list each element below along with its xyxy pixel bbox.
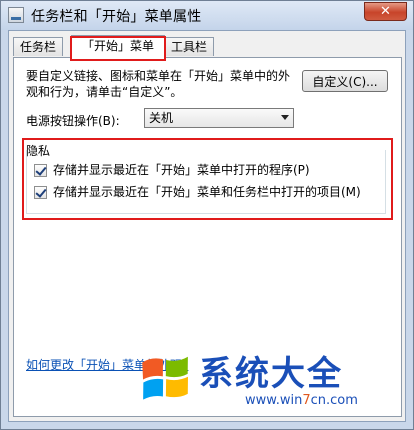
power-button-label: 电源按钮操作(B):	[26, 114, 120, 128]
chevron-down-icon	[281, 115, 289, 120]
windows-logo-icon	[142, 356, 188, 400]
taskbar-icon	[8, 7, 24, 23]
watermark-url: www.win7cn.com	[245, 393, 358, 408]
title-bar[interactable]: 任务栏和「开始」菜单属性 ✕	[1, 1, 413, 30]
privacy-highlight-box	[22, 138, 393, 220]
power-button-select[interactable]: 关机	[144, 108, 294, 128]
tab-taskbar[interactable]: 任务栏	[13, 37, 64, 56]
watermark-brand: 系统大全	[199, 354, 343, 394]
power-button-value: 关机	[149, 111, 174, 125]
tab-start-menu[interactable]: 「开始」菜单	[71, 35, 165, 58]
customize-description: 要自定义链接、图标和菜单在「开始」菜单中的外观和行为，请单击“自定义”。	[26, 69, 291, 99]
customize-button[interactable]: 自定义(C)...	[302, 70, 388, 92]
tab-strip: 任务栏 「开始」菜单 工具栏	[13, 35, 403, 61]
watermark: 系统大全 www.win7cn.com	[135, 344, 407, 420]
window-title: 任务栏和「开始」菜单属性	[31, 9, 202, 25]
tab-toolbars[interactable]: 工具栏	[164, 37, 215, 56]
close-button[interactable]: ✕	[364, 2, 407, 21]
